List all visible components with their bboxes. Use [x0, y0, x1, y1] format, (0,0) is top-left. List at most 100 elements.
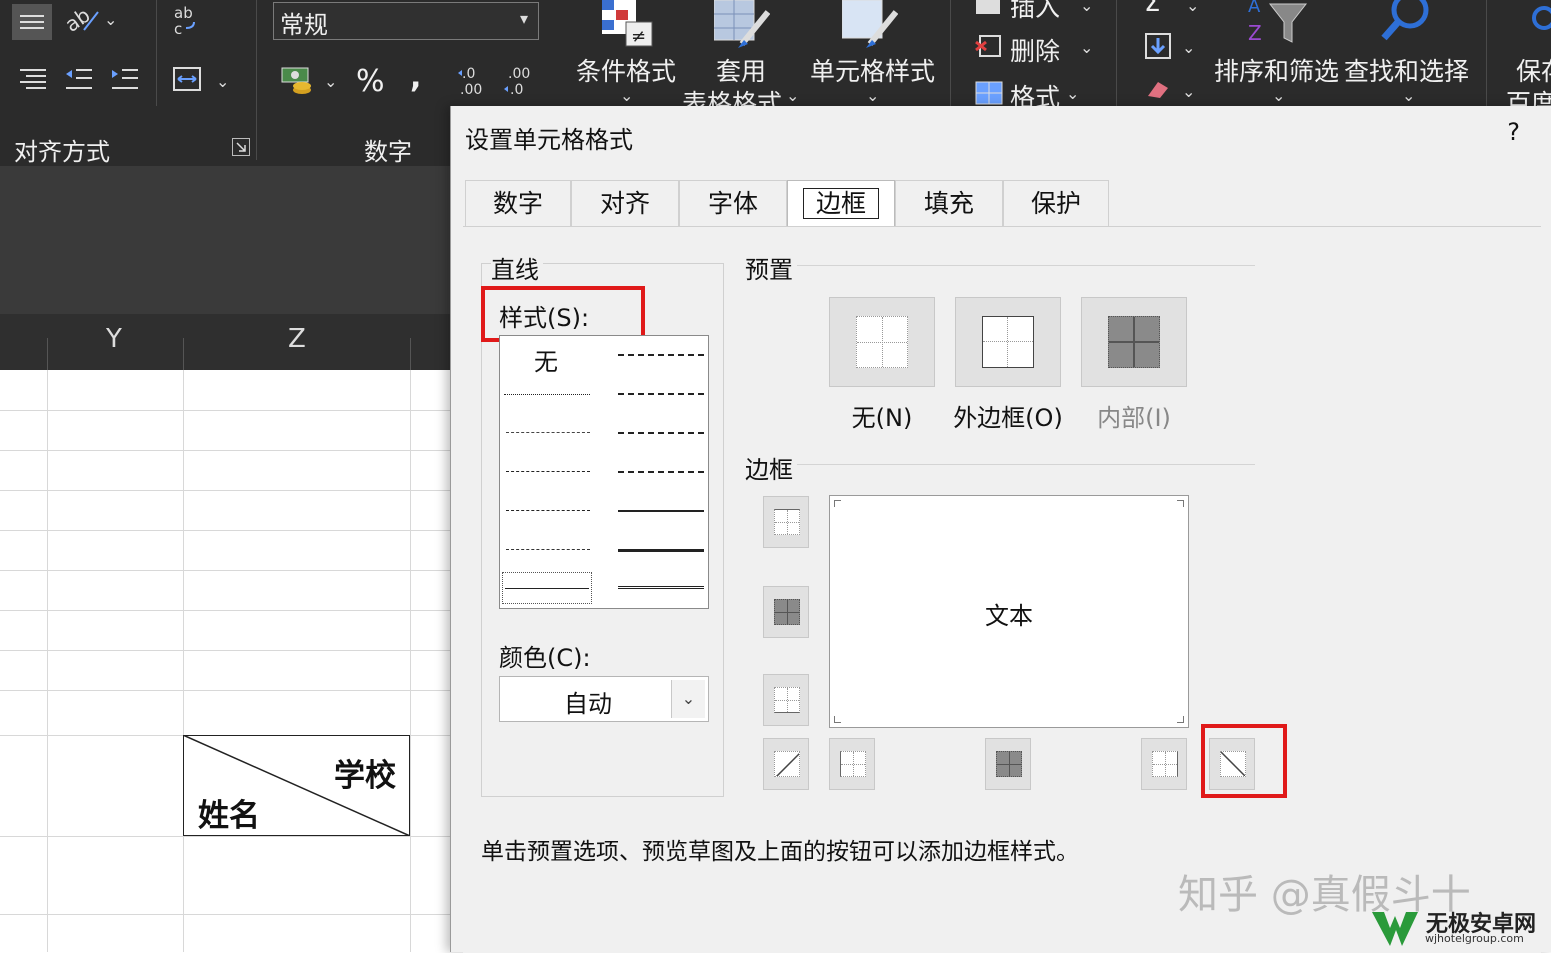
line-style-double[interactable] — [618, 586, 704, 591]
column-header-y[interactable]: Y — [106, 324, 122, 354]
color-label: 颜色(C): — [499, 638, 595, 673]
border-preview[interactable]: 文本 — [829, 495, 1189, 728]
line-style-solid-thick[interactable] — [618, 549, 704, 552]
chevron-down-icon: ⌄ — [620, 86, 634, 105]
site-logo-icon — [1370, 906, 1420, 948]
align-top-icon[interactable] — [12, 4, 52, 40]
number-format-select[interactable]: 常规 ▾ — [273, 2, 539, 40]
merge-center-icon[interactable] — [172, 64, 202, 94]
help-button[interactable]: ? — [1507, 118, 1520, 146]
preset-inside-label: 内部(I) — [1097, 404, 1171, 432]
line-style-solid-medium[interactable] — [618, 510, 704, 512]
line-style-dashdot-medium-1[interactable] — [618, 354, 704, 356]
column-headers: Y Z — [0, 314, 450, 371]
cell-styles-label[interactable]: 单元格样式 — [810, 52, 935, 88]
svg-text:.0: .0 — [462, 66, 475, 82]
style-highlight-box — [481, 286, 645, 342]
find-select-label[interactable]: 查找和选择 — [1344, 52, 1469, 88]
border-top-button[interactable] — [763, 496, 809, 548]
line-style-dash-medium[interactable] — [506, 549, 590, 550]
border-inside-vertical-button[interactable] — [985, 738, 1031, 790]
line-style-dashdot-medium-3[interactable] — [618, 432, 704, 434]
preset-outline-icon — [982, 316, 1034, 368]
orientation-dropdown-icon[interactable]: ⌄ — [104, 10, 117, 29]
conditional-format-icon[interactable]: ≠ — [598, 0, 654, 48]
line-style-none[interactable]: 无 — [534, 342, 558, 377]
number-group-label: 数字 — [364, 138, 412, 166]
table-format-icon[interactable] — [713, 0, 771, 48]
decrease-decimal-icon[interactable]: .00.0 — [502, 64, 538, 98]
insert-icon[interactable] — [976, 0, 1000, 14]
autosum-icon[interactable]: Σ — [1144, 0, 1160, 18]
alignment-group-label: 对齐方式 — [14, 138, 110, 166]
format-cells-dialog: 设置单元格格式 ? 数字 对齐 字体 边框 填充 保护 直线 样式(S): 无 … — [450, 106, 1551, 953]
border-left-button[interactable] — [829, 738, 875, 790]
preset-outline-button[interactable] — [955, 297, 1061, 387]
border-inside-horizontal-button[interactable] — [763, 586, 809, 638]
tab-alignment[interactable]: 对齐 — [571, 180, 679, 226]
format-cells-icon[interactable] — [974, 78, 1004, 106]
currency-dropdown-icon[interactable]: ⌄ — [324, 72, 337, 91]
currency-icon[interactable] — [280, 64, 316, 98]
diagonal-up-icon — [774, 751, 800, 777]
border-right-button[interactable] — [1141, 738, 1187, 790]
decrease-indent-icon[interactable] — [64, 66, 94, 94]
tab-fill[interactable]: 填充 — [895, 180, 1003, 226]
chevron-down-icon: ▾ — [519, 9, 528, 28]
table-format-label-1[interactable]: 套用 — [716, 52, 766, 88]
cloud-save-icon[interactable] — [1526, 0, 1551, 34]
orientation-icon[interactable]: ab — [60, 2, 102, 38]
tab-font[interactable]: 字体 — [679, 180, 787, 226]
dialog-title: 设置单元格格式 — [465, 126, 633, 154]
number-format-value: 常规 — [280, 11, 328, 39]
conditional-format-label[interactable]: 条件格式 — [576, 52, 676, 88]
sort-filter-label[interactable]: 排序和筛选 — [1214, 52, 1339, 88]
diagonal-cell[interactable]: 学校 姓名 — [183, 735, 410, 836]
line-style-dash-fine[interactable] — [506, 432, 590, 433]
wrap-text-icon[interactable]: ab c — [172, 2, 208, 38]
delete-label[interactable]: 删除 — [1010, 32, 1060, 68]
merge-dropdown-icon[interactable]: ⌄ — [216, 72, 229, 91]
color-value: 自动 — [564, 690, 612, 718]
svg-text:ab: ab — [62, 3, 95, 37]
line-style-dashdotdot-fine[interactable] — [506, 510, 590, 511]
fill-icon[interactable] — [1144, 32, 1172, 60]
tab-border[interactable]: 边框 — [787, 180, 895, 226]
tab-number[interactable]: 数字 — [465, 180, 571, 226]
line-style-list[interactable]: 无 — [499, 335, 709, 609]
line-style-dashdot-medium-2[interactable] — [618, 393, 704, 395]
line-style-dash-thick[interactable] — [618, 471, 704, 473]
delete-icon[interactable] — [974, 34, 1004, 60]
color-select[interactable]: 自动 ⌄ — [499, 676, 709, 722]
diagonal-down-highlight-box — [1201, 724, 1287, 798]
insert-label[interactable]: 插入 — [1010, 0, 1060, 24]
find-select-icon[interactable] — [1378, 0, 1432, 48]
line-style-thin-selected[interactable] — [502, 572, 592, 604]
preset-inside-button[interactable] — [1081, 297, 1187, 387]
svg-text:.0: .0 — [510, 82, 523, 98]
line-style-dashdot-fine[interactable] — [506, 471, 590, 472]
chevron-down-icon[interactable]: ⌄ — [671, 680, 705, 718]
border-bottom-button[interactable] — [763, 674, 809, 726]
increase-indent-icon[interactable] — [110, 66, 140, 94]
sort-filter-icon[interactable]: AZ — [1244, 0, 1310, 48]
worksheet-grid[interactable] — [0, 370, 450, 952]
cell-text-school: 学校 — [334, 758, 396, 794]
save-label-1[interactable]: 保存 — [1516, 52, 1551, 88]
percent-button[interactable]: % — [356, 64, 385, 99]
preset-none-button[interactable] — [829, 297, 935, 387]
chevron-down-icon: ⌄ — [1080, 38, 1094, 57]
line-group-title: 直线 — [491, 250, 543, 285]
preset-inside-icon — [1108, 316, 1160, 368]
svg-text:≠: ≠ — [631, 26, 646, 47]
clear-icon[interactable] — [1144, 78, 1172, 100]
line-style-dotted-fine[interactable] — [504, 394, 590, 395]
comma-button[interactable]: , — [410, 60, 421, 95]
tab-protection[interactable]: 保护 — [1003, 180, 1109, 226]
border-diagonal-up-button[interactable] — [763, 738, 809, 790]
cell-styles-icon[interactable] — [841, 0, 899, 48]
column-header-z[interactable]: Z — [288, 324, 306, 354]
alignment-launcher-icon[interactable] — [232, 138, 250, 156]
increase-decimal-icon[interactable]: .0.00 — [456, 64, 492, 98]
align-left-icon[interactable] — [18, 66, 48, 94]
